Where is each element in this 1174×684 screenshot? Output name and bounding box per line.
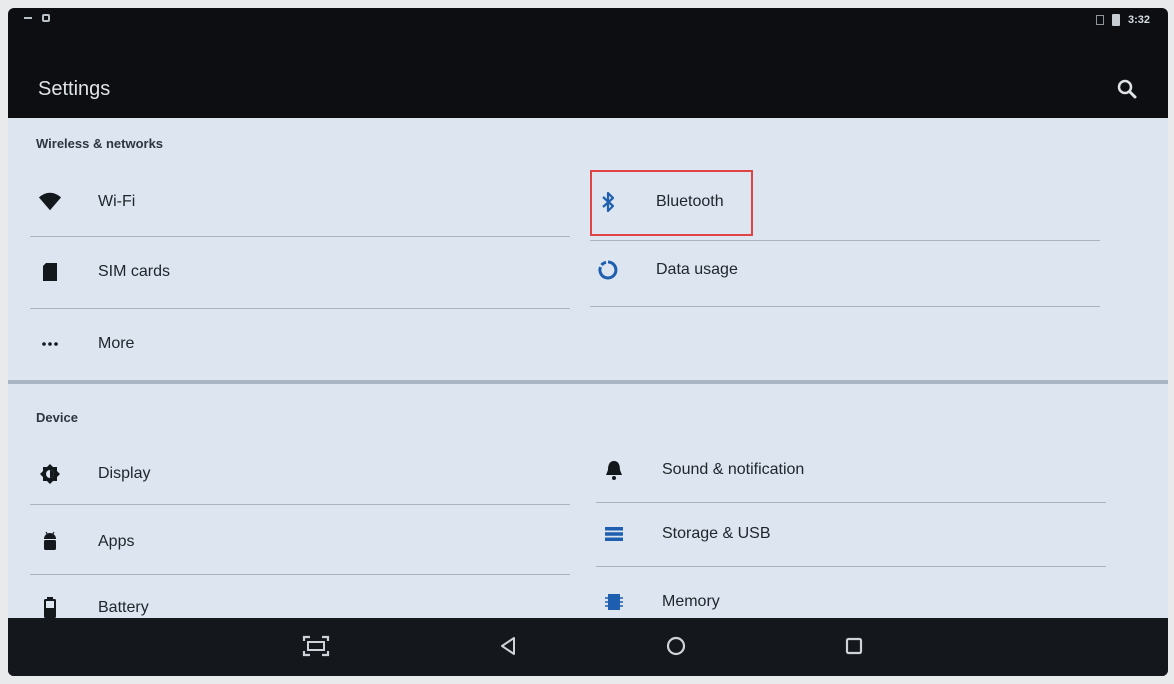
navigation-bar: [8, 618, 1168, 676]
section-separator: [8, 380, 1168, 384]
device-screen: 3:32 Settings Wireless & networks Wi-Fi: [8, 8, 1168, 676]
status-bar: 3:32: [8, 8, 1168, 38]
settings-list: Wireless & networks Wi-Fi Bluetooth SIM …: [8, 118, 1168, 618]
setting-label: Data usage: [656, 261, 738, 278]
notification-dash-icon: [24, 17, 32, 19]
memory-icon: [602, 590, 626, 614]
search-icon[interactable]: [1116, 78, 1138, 100]
more-icon: [38, 332, 62, 356]
screenshot-icon[interactable]: [298, 628, 334, 664]
setting-wifi[interactable]: Wi-Fi: [38, 174, 568, 230]
setting-label: Storage & USB: [662, 525, 771, 542]
status-right: 3:32: [1095, 14, 1150, 26]
setting-label: Apps: [98, 533, 135, 550]
status-left: [24, 14, 50, 22]
notification-android-icon: [42, 14, 50, 22]
setting-more[interactable]: More: [38, 316, 568, 372]
data-usage-icon: [596, 258, 620, 282]
divider: [596, 502, 1106, 503]
setting-label: Sound & notification: [662, 461, 805, 478]
recents-icon[interactable]: [836, 628, 872, 664]
status-time: 3:32: [1127, 14, 1150, 26]
battery-icon: [38, 596, 62, 618]
setting-storage-usb[interactable]: Storage & USB: [602, 506, 1112, 562]
section-header-device: Device: [36, 410, 78, 425]
divider: [590, 240, 1100, 241]
setting-label: More: [98, 335, 135, 352]
setting-memory[interactable]: Memory: [602, 574, 1112, 618]
divider: [30, 504, 570, 505]
settings-toolbar: Settings: [8, 38, 1168, 118]
sim-card-icon: [38, 260, 62, 284]
divider: [30, 308, 570, 309]
no-sim-icon: [1095, 15, 1104, 25]
setting-label: Memory: [662, 593, 720, 610]
divider: [590, 306, 1100, 307]
bell-icon: [602, 458, 626, 482]
setting-sim-cards[interactable]: SIM cards: [38, 244, 568, 300]
divider: [596, 566, 1106, 567]
storage-icon: [602, 522, 626, 546]
setting-sound-notification[interactable]: Sound & notification: [602, 442, 1112, 498]
setting-label: Battery: [98, 599, 149, 616]
divider: [30, 236, 570, 237]
setting-apps[interactable]: Apps: [38, 514, 568, 570]
setting-label: Wi-Fi: [98, 193, 136, 210]
setting-label: Display: [98, 465, 151, 482]
section-header-wireless: Wireless & networks: [36, 136, 164, 151]
setting-label: SIM cards: [98, 263, 171, 280]
divider: [30, 574, 570, 575]
back-icon[interactable]: [490, 628, 526, 664]
home-icon[interactable]: [658, 628, 694, 664]
display-icon: [38, 462, 62, 486]
battery-status-icon: [1111, 14, 1120, 26]
page-title: Settings: [38, 78, 111, 100]
setting-battery[interactable]: Battery: [38, 580, 568, 618]
setting-display[interactable]: Display: [38, 446, 568, 502]
wifi-icon: [38, 190, 62, 214]
highlight-box: [590, 170, 753, 236]
android-icon: [38, 530, 62, 554]
setting-data-usage[interactable]: Data usage: [596, 242, 1116, 298]
